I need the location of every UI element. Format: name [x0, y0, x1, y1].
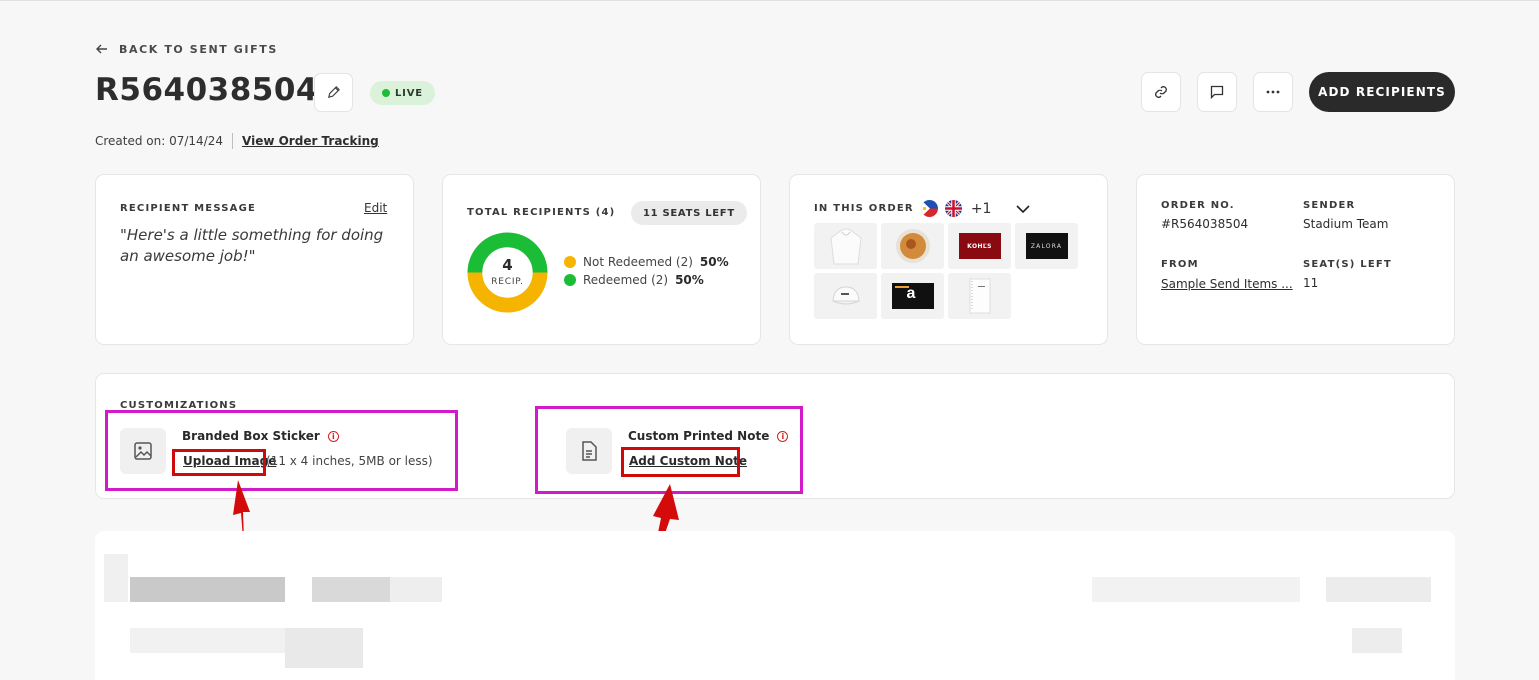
blur-block — [1092, 577, 1300, 602]
blur-block — [104, 554, 128, 602]
blur-block — [390, 577, 442, 602]
blur-block — [130, 628, 290, 653]
blur-block — [285, 628, 363, 668]
blur-block — [1326, 577, 1431, 602]
blur-block — [1352, 628, 1402, 653]
recipients-table-blurred — [95, 531, 1455, 680]
blur-block — [130, 577, 285, 602]
blur-block — [312, 577, 390, 602]
